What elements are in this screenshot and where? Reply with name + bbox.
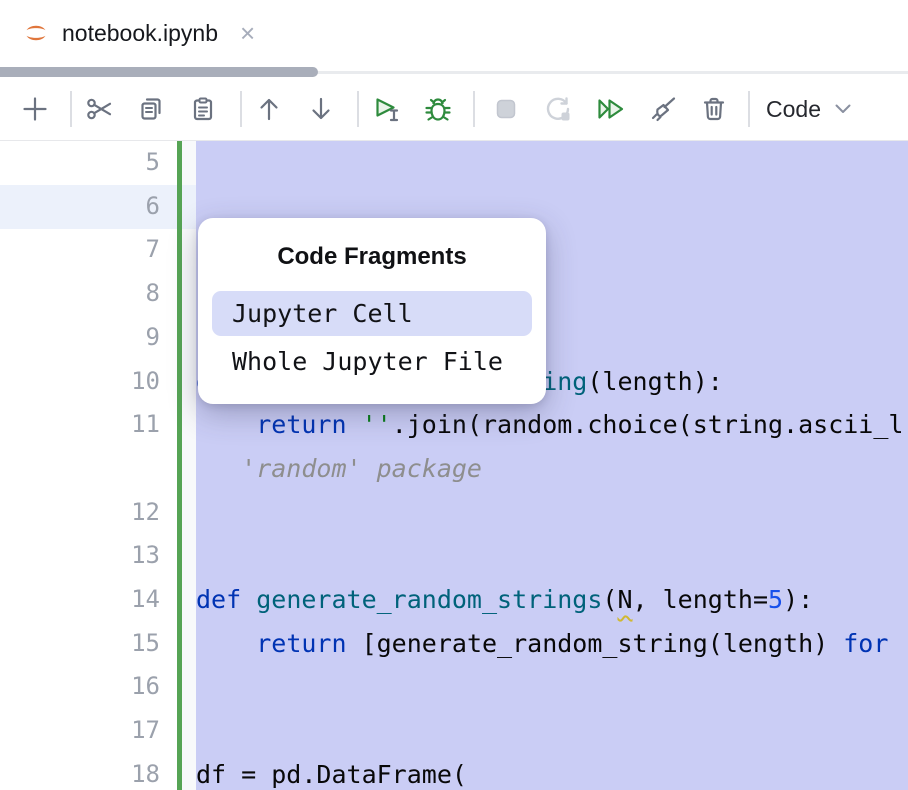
cut-cell-button[interactable]: [81, 91, 117, 127]
toolbar-separator: [240, 91, 242, 127]
tab-notebook-ipynb[interactable]: notebook.ipynb ×: [0, 0, 255, 66]
run-cell-button[interactable]: [370, 91, 406, 127]
toolbar-separator: [748, 91, 750, 127]
line-number: 6: [0, 185, 160, 229]
line-number: 16: [0, 665, 160, 709]
line-number: 14: [0, 578, 160, 622]
popup-item-jupyter-cell[interactable]: Jupyter Cell: [212, 291, 532, 336]
line-number: 8: [0, 272, 160, 316]
cell-run-marker-bar: [177, 141, 182, 790]
move-down-icon: [306, 94, 336, 124]
editor-tab-bar: notebook.ipynb ×: [0, 0, 908, 66]
add-cell-button[interactable]: [17, 91, 53, 127]
copy-cell-button[interactable]: [133, 91, 169, 127]
paste-icon: [188, 94, 218, 124]
add-cell-icon: [20, 94, 50, 124]
line-number: 18: [0, 753, 160, 790]
cut-icon: [84, 94, 114, 124]
code-line: df = pd.DataFrame(: [196, 753, 467, 790]
code-line: return [generate_random_string(length) f…: [196, 622, 888, 666]
line-number: 7: [0, 228, 160, 272]
close-icon[interactable]: ×: [240, 20, 255, 46]
delete-cell-icon: [699, 94, 729, 124]
line-number: 5: [0, 141, 160, 185]
line-number: 17: [0, 709, 160, 753]
move-up-icon: [254, 94, 284, 124]
jupyter-icon: [22, 19, 50, 47]
popup-title: Code Fragments: [198, 243, 546, 271]
code-line: 'random' package: [196, 447, 482, 491]
popup-item-whole-jupyter-file[interactable]: Whole Jupyter File: [212, 339, 532, 384]
move-cell-down-button[interactable]: [303, 91, 339, 127]
toolbar-separator: [473, 91, 475, 127]
line-number: 13: [0, 534, 160, 578]
paste-cell-button[interactable]: [185, 91, 221, 127]
stop-kernel-button[interactable]: [488, 91, 524, 127]
move-cell-up-button[interactable]: [251, 91, 287, 127]
run-all-icon: [594, 94, 628, 124]
ide-window: notebook.ipynb ×: [0, 0, 908, 790]
tab-title: notebook.ipynb: [62, 20, 218, 47]
line-number: 9: [0, 316, 160, 360]
code-fragments-popup: Code Fragments Jupyter Cell Whole Jupyte…: [198, 218, 546, 404]
restart-kernel-icon: [542, 93, 574, 125]
line-number: 15: [0, 622, 160, 666]
debug-cell-icon: [422, 93, 454, 125]
code-line: def generate_random_strings(N, length=5)…: [196, 578, 813, 622]
line-number: 12: [0, 491, 160, 535]
cell-type-label: Code: [766, 96, 821, 123]
clear-outputs-button[interactable]: [645, 91, 681, 127]
code-editor[interactable]: 567891011 12131415161718 def generate_ran…: [0, 141, 908, 790]
notebook-toolbar: Code: [0, 78, 908, 141]
restart-kernel-button[interactable]: [540, 91, 576, 127]
tab-scrollbar-thumb[interactable]: [0, 67, 318, 77]
cell-type-dropdown[interactable]: Code: [766, 91, 851, 127]
toolbar-separator: [70, 91, 72, 127]
run-all-cells-button[interactable]: [593, 91, 629, 127]
debug-cell-button[interactable]: [420, 91, 456, 127]
chevron-down-icon: [835, 104, 851, 114]
toolbar-separator: [357, 91, 359, 127]
cell-gutter-strip: [182, 141, 196, 790]
delete-cell-button[interactable]: [696, 91, 732, 127]
stop-icon: [491, 94, 521, 124]
line-number: 11: [0, 403, 160, 447]
clear-outputs-icon: [647, 93, 679, 125]
line-number: 10: [0, 360, 160, 404]
run-cell-icon: [371, 93, 405, 125]
popup-item-list: Jupyter Cell Whole Jupyter File: [198, 291, 546, 384]
copy-icon: [136, 94, 166, 124]
code-line: return ''.join(random.choice(string.asci…: [196, 403, 903, 447]
